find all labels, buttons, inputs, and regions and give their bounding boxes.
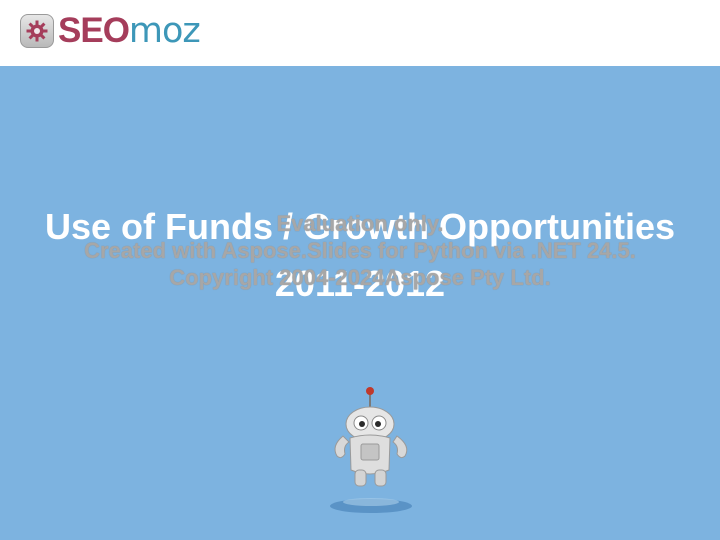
roger-robot-mascot bbox=[330, 387, 412, 513]
slide-canvas: Use of Funds / Growth Opportunities 2011… bbox=[0, 66, 720, 540]
gear-badge-icon bbox=[20, 14, 54, 48]
logo-text-seo: SEO bbox=[58, 11, 130, 50]
header-bar: SEO moz bbox=[0, 0, 720, 64]
seomoz-logo[interactable]: SEO moz bbox=[20, 11, 201, 51]
watermark-line1: Evaluation only. bbox=[276, 211, 444, 236]
watermark-line3: Copyright 2004-2024Aspose Pty Ltd. bbox=[169, 265, 551, 290]
watermark-line2: Created with Aspose.Slides for Python vi… bbox=[84, 238, 636, 263]
logo-text-moz: moz bbox=[128, 11, 201, 51]
